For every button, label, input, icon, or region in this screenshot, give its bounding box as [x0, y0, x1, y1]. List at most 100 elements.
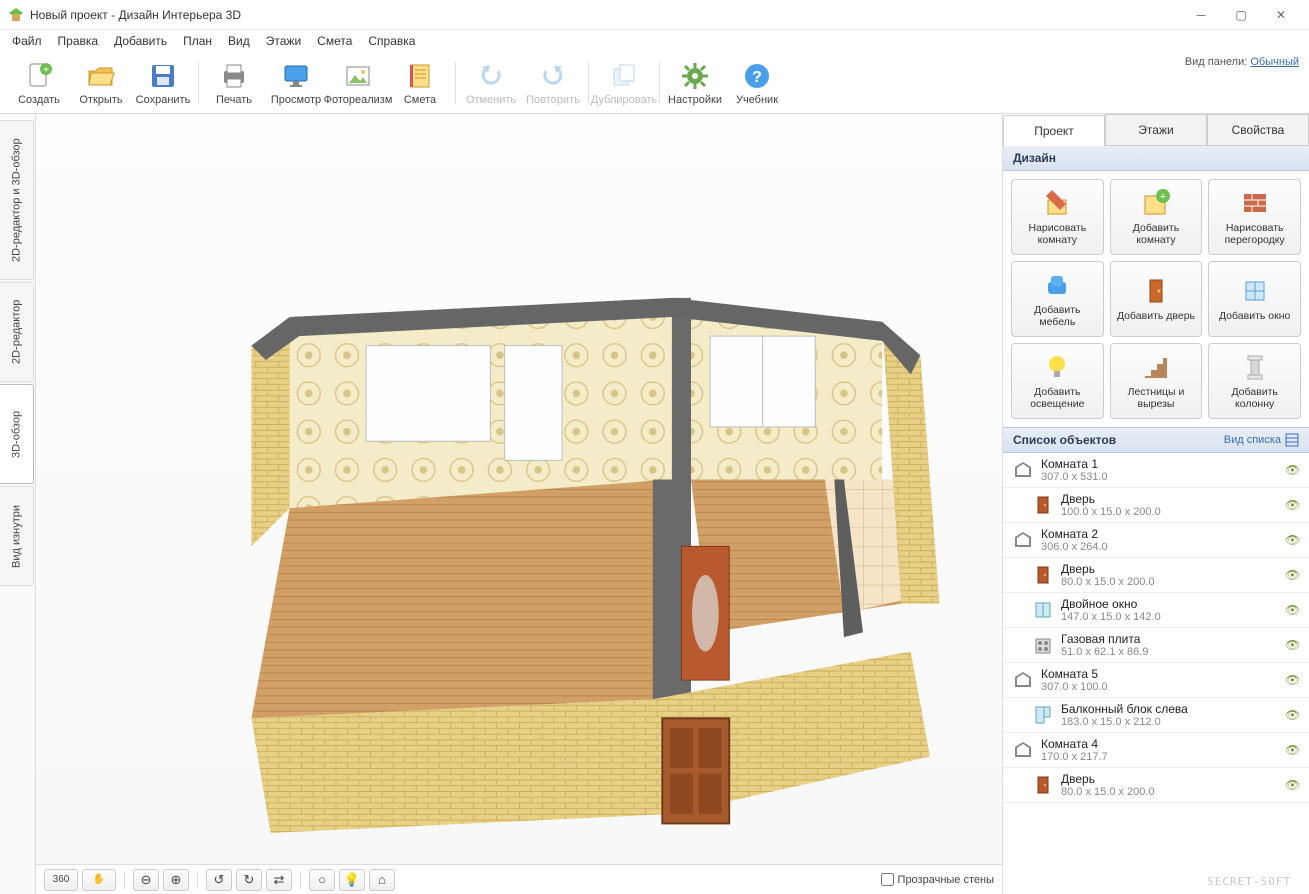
- toolbar-label: Учебник: [736, 94, 778, 106]
- object-row[interactable]: Дверь100.0 x 15.0 x 200.0👁: [1003, 488, 1309, 523]
- menu-правка[interactable]: Правка: [50, 31, 107, 51]
- left-tab-2d[interactable]: 2D-редактор: [0, 282, 34, 382]
- object-row[interactable]: Газовая плита51.0 x 62.1 x 86.9👁: [1003, 628, 1309, 663]
- visibility-icon[interactable]: 👁: [1285, 708, 1301, 722]
- gear-icon: [679, 60, 711, 92]
- panel-view-label: Вид панели:: [1185, 56, 1247, 68]
- objects-section-head: Список объектов Вид списка: [1003, 427, 1309, 453]
- print-button[interactable]: Печать: [203, 54, 265, 112]
- menu-файл[interactable]: Файл: [4, 31, 50, 51]
- left-tabs: 2D-редактор и 3D-обзор2D-редактор3D-обзо…: [0, 114, 36, 894]
- object-row[interactable]: Комната 1307.0 x 531.0👁: [1003, 453, 1309, 488]
- visibility-icon[interactable]: 👁: [1285, 498, 1301, 512]
- view-tool-button[interactable]: 💡: [339, 869, 365, 891]
- stove-icon: [1031, 633, 1055, 657]
- toolbar-label: Смета: [404, 94, 436, 106]
- menu-справка[interactable]: Справка: [360, 31, 423, 51]
- door-icon: [1031, 773, 1055, 797]
- toolbar-label: Повторить: [526, 94, 580, 106]
- save-button[interactable]: Сохранить: [132, 54, 194, 112]
- view-tool-button[interactable]: ⌂: [369, 869, 395, 891]
- toolbar-label: Открыть: [79, 94, 122, 106]
- canvas-3d[interactable]: [36, 114, 1002, 864]
- menu-этажи[interactable]: Этажи: [258, 31, 309, 51]
- right-tab-Свойства[interactable]: Свойства: [1207, 114, 1309, 145]
- preview-button[interactable]: Просмотр: [265, 54, 327, 112]
- menu-смета[interactable]: Смета: [309, 31, 360, 51]
- view-tool-button[interactable]: ↻: [236, 869, 262, 891]
- panel-view-link[interactable]: Обычный: [1250, 56, 1299, 68]
- visibility-icon[interactable]: 👁: [1285, 463, 1301, 477]
- visibility-icon[interactable]: 👁: [1285, 778, 1301, 792]
- window-icon: [1031, 598, 1055, 622]
- view-tool-button[interactable]: ⇄: [266, 869, 292, 891]
- left-tab-3d[interactable]: 3D-обзор: [0, 384, 34, 484]
- add-furniture-button[interactable]: Добавить мебель: [1011, 261, 1104, 337]
- view-tool-button[interactable]: 360: [44, 869, 78, 891]
- estimate-button[interactable]: Смета: [389, 54, 451, 112]
- object-row[interactable]: Дверь80.0 x 15.0 x 200.0👁: [1003, 768, 1309, 803]
- object-name: Газовая плита: [1061, 632, 1285, 646]
- maximize-button[interactable]: ▢: [1221, 3, 1261, 27]
- object-row[interactable]: Дверь80.0 x 15.0 x 200.0👁: [1003, 558, 1309, 593]
- view-tool-button[interactable]: ○: [309, 869, 335, 891]
- menu-план[interactable]: План: [175, 31, 220, 51]
- photoreal-button[interactable]: Фотореализм: [327, 54, 389, 112]
- open-button[interactable]: Открыть: [70, 54, 132, 112]
- visibility-icon[interactable]: 👁: [1285, 638, 1301, 652]
- add-column-button[interactable]: Добавить колонну: [1208, 343, 1301, 419]
- titlebar: Новый проект - Дизайн Интерьера 3D ─ ▢ ✕: [0, 0, 1309, 30]
- panel-view: Вид панели: Обычный: [1185, 56, 1299, 68]
- settings-button[interactable]: Настройки: [664, 54, 726, 112]
- object-row[interactable]: Комната 4170.0 x 217.7👁: [1003, 733, 1309, 768]
- left-tab-combo[interactable]: 2D-редактор и 3D-обзор: [0, 120, 34, 280]
- draw-partition-button[interactable]: Нарисовать перегородку: [1208, 179, 1301, 255]
- add-room-button[interactable]: +Добавить комнату: [1110, 179, 1203, 255]
- visibility-icon[interactable]: 👁: [1285, 673, 1301, 687]
- object-name: Дверь: [1061, 562, 1285, 576]
- view-tool-button[interactable]: ↺: [206, 869, 232, 891]
- image-icon: [342, 60, 374, 92]
- object-row[interactable]: Комната 2306.0 x 264.0👁: [1003, 523, 1309, 558]
- view-tool-button[interactable]: ⊖: [133, 869, 159, 891]
- armchair-icon: [1041, 269, 1073, 301]
- object-row[interactable]: Двойное окно147.0 x 15.0 x 142.0👁: [1003, 593, 1309, 628]
- add-door-button[interactable]: Добавить дверь: [1110, 261, 1203, 337]
- close-button[interactable]: ✕: [1261, 3, 1301, 27]
- objects-section-title: Список объектов: [1013, 433, 1116, 447]
- object-dim: 100.0 x 15.0 x 200.0: [1061, 506, 1285, 518]
- toolbar-label: Сохранить: [136, 94, 191, 106]
- draw-room-button[interactable]: Нарисовать комнату: [1011, 179, 1104, 255]
- visibility-icon[interactable]: 👁: [1285, 533, 1301, 547]
- add-window-button[interactable]: Добавить окно: [1208, 261, 1301, 337]
- minimize-button[interactable]: ─: [1181, 3, 1221, 27]
- object-name: Комната 5: [1041, 667, 1285, 681]
- menu-добавить[interactable]: Добавить: [106, 31, 175, 51]
- svg-text:?: ?: [752, 69, 762, 86]
- create-button[interactable]: +Создать: [8, 54, 70, 112]
- design-btn-label: Лестницы и вырезы: [1115, 387, 1198, 410]
- object-row[interactable]: Балконный блок слева183.0 x 15.0 x 212.0…: [1003, 698, 1309, 733]
- pencil-room-icon: [1041, 187, 1073, 219]
- right-tab-Проект[interactable]: Проект: [1003, 115, 1105, 146]
- visibility-icon[interactable]: 👁: [1285, 743, 1301, 757]
- transparent-walls-checkbox[interactable]: Прозрачные стены: [881, 873, 994, 886]
- redo-button: Повторить: [522, 54, 584, 112]
- object-dim: 307.0 x 531.0: [1041, 471, 1285, 483]
- redo-icon: [537, 60, 569, 92]
- visibility-icon[interactable]: 👁: [1285, 603, 1301, 617]
- right-tab-Этажи[interactable]: Этажи: [1105, 114, 1207, 145]
- manual-button[interactable]: ? Учебник: [726, 54, 788, 112]
- object-row[interactable]: Комната 5307.0 x 100.0👁: [1003, 663, 1309, 698]
- object-dim: 307.0 x 100.0: [1041, 681, 1285, 693]
- view-tool-button[interactable]: ⊕: [163, 869, 189, 891]
- left-tab-inside[interactable]: Вид изнутри: [0, 486, 34, 586]
- stairs-button[interactable]: Лестницы и вырезы: [1110, 343, 1203, 419]
- menu-вид[interactable]: Вид: [220, 31, 258, 51]
- add-light-button[interactable]: Добавить освещение: [1011, 343, 1104, 419]
- toolbar-label: Печать: [216, 94, 252, 106]
- view-tool-button[interactable]: ✋: [82, 869, 116, 891]
- visibility-icon[interactable]: 👁: [1285, 568, 1301, 582]
- object-name: Балконный блок слева: [1061, 702, 1285, 716]
- view-list-toggle[interactable]: Вид списка: [1224, 433, 1299, 447]
